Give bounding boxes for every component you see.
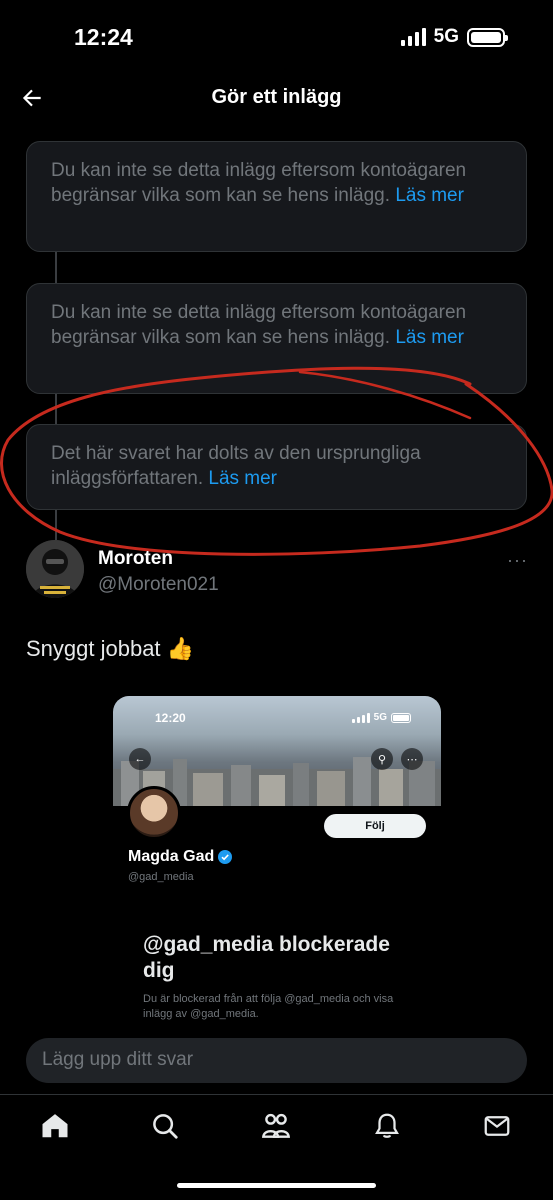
reply-input[interactable]: Lägg upp ditt svar — [26, 1038, 527, 1083]
embedded-status-time: 12:20 — [155, 711, 186, 725]
tab-home[interactable] — [38, 1109, 72, 1143]
tab-communities[interactable] — [259, 1109, 293, 1143]
status-indicators: 5G — [400, 26, 508, 48]
home-icon — [42, 1114, 68, 1138]
embedded-follow-button: Följ — [324, 814, 426, 838]
embedded-profile-avatar — [127, 786, 181, 840]
avatar[interactable] — [26, 540, 84, 598]
read-more-link[interactable]: Läs mer — [395, 185, 464, 206]
post-author: Moroten @Moroten021 ··· — [26, 540, 528, 610]
home-indicator[interactable] — [177, 1183, 376, 1188]
author-name[interactable]: Moroten — [98, 548, 173, 570]
page-title: Gör ett inlägg — [211, 86, 342, 108]
network-label: 5G — [433, 26, 459, 47]
thread-connector — [55, 252, 57, 284]
messages-icon — [484, 1116, 510, 1136]
battery-icon — [467, 27, 508, 47]
battery-icon — [391, 712, 411, 723]
red-circle-annotation — [0, 366, 553, 556]
restricted-post-notice: Du kan inte se detta inlägg eftersom kon… — [26, 141, 527, 252]
embedded-profile-name-text: Magda Gad — [128, 848, 215, 865]
embedded-blocked-description: Du är blockerad från att följa @gad_medi… — [143, 993, 394, 1020]
embedded-status-indicators: 5G — [351, 712, 411, 723]
author-handle[interactable]: @Moroten021 — [98, 574, 219, 596]
embedded-profile-name: Magda Gad — [128, 848, 233, 866]
header: Gör ett inlägg — [0, 70, 553, 126]
read-more-link[interactable]: Läs mer — [395, 327, 464, 348]
signal-icon — [351, 712, 370, 723]
verified-badge-icon — [218, 850, 233, 864]
communities-icon — [262, 1113, 290, 1138]
embedded-blocked-title: @gad_media blockerade dig — [143, 933, 390, 982]
masked-person-avatar-icon — [26, 540, 84, 598]
status-time: 12:24 — [74, 24, 133, 50]
tab-notifications[interactable] — [370, 1109, 404, 1143]
post-text: Snyggt jobbat 👍 — [26, 636, 195, 661]
network-label: 5G — [373, 712, 387, 723]
notifications-icon — [375, 1113, 399, 1138]
embedded-back-icon: ← — [129, 748, 151, 770]
embedded-more-icon: ⋯ — [401, 748, 423, 770]
signal-icon — [400, 28, 426, 46]
embedded-search-icon: ⚲ — [371, 748, 393, 770]
tab-messages[interactable] — [480, 1109, 514, 1143]
embedded-profile-handle: @gad_media — [128, 871, 194, 883]
more-options-button[interactable]: ··· — [507, 550, 528, 571]
search-icon — [153, 1114, 178, 1139]
post-image[interactable]: 12:20 5G ← ⚲ ⋯ Följ Magda Gad @gad_media… — [113, 696, 441, 1026]
tab-search[interactable] — [148, 1109, 182, 1143]
status-bar: 12:24 5G — [0, 0, 553, 70]
